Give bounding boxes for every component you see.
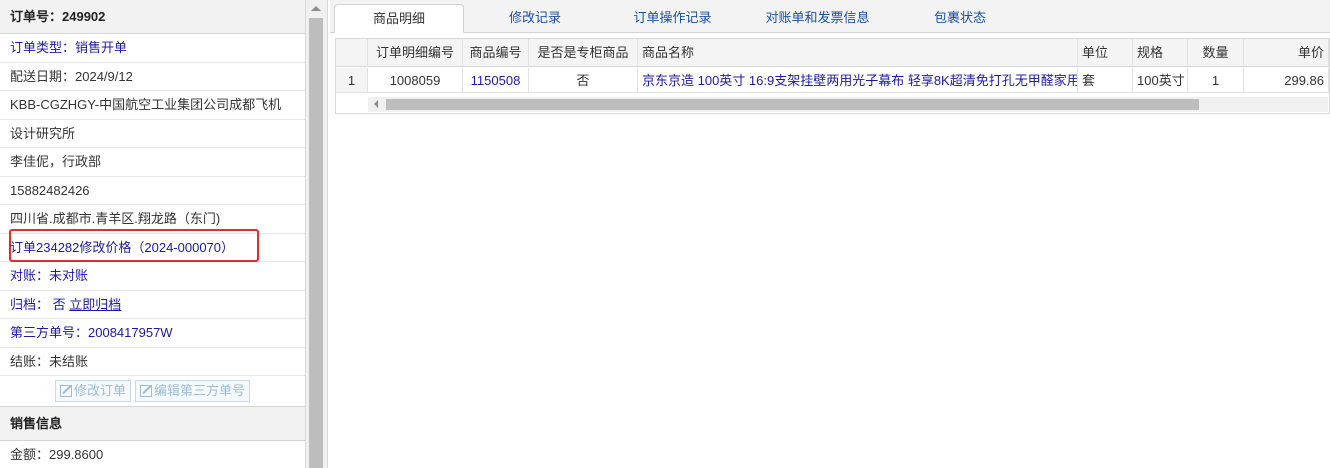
table-cell-unit-price[interactable]: 299.86 — [1244, 68, 1329, 93]
table-header-cell[interactable]: 是否是专柜商品 — [529, 39, 638, 67]
tab-statement-invoice[interactable]: 对账单和发票信息 — [745, 4, 890, 33]
tab-order-operation-log[interactable]: 订单操作记录 — [610, 4, 735, 33]
archive-status: 归档： 否 立即归档 — [0, 291, 305, 319]
scrollbar-thumb[interactable] — [309, 18, 323, 468]
detail-panel: 商品明细 修改记录 订单操作记录 对账单和发票信息 包裹状态 订单明细编号 商品… — [330, 0, 1330, 468]
table-header-cell[interactable]: 数量 — [1188, 39, 1244, 67]
table-horizontal-scrollbar[interactable] — [368, 97, 1328, 112]
edit-order-label: 修改订单 — [73, 383, 126, 398]
archive-label: 归档： — [10, 296, 50, 312]
archive-now-link[interactable]: 立即归档 — [69, 297, 121, 312]
edit-order-button[interactable]: 修改订单 — [54, 380, 131, 402]
delivery-address: 四川省.成都市.青羊区.翔龙路（东门) — [0, 205, 305, 234]
table-cell-is-counter[interactable]: 否 — [529, 68, 638, 93]
horizontal-scrollbar-thumb[interactable] — [386, 99, 1199, 110]
edit-third-party-label: 编辑第三方单号 — [154, 383, 246, 398]
order-info-panel: 订单号：249902 订单类型：销售开单 配送日期：2024/9/12 KBB-… — [0, 0, 306, 468]
contact-person: 李佳伲，行政部 — [0, 148, 305, 177]
archive-value: 否 — [52, 296, 66, 312]
table-cell-detail-id[interactable]: 1008059 — [368, 68, 463, 93]
table-header-cell[interactable]: 单价 — [1244, 39, 1329, 67]
edit-icon — [59, 385, 72, 397]
customer-name-line2: 设计研究所 — [0, 120, 305, 148]
contact-phone: 15882482426 — [0, 177, 305, 205]
sales-amount: 金额：299.8600 — [0, 441, 305, 468]
scroll-left-arrow-icon[interactable] — [374, 100, 378, 108]
third-party-order-number[interactable]: 第三方单号：2008417957W — [0, 319, 305, 348]
table-header-cell[interactable]: 规格 — [1133, 39, 1188, 67]
table-header-cell[interactable]: 订单明细编号 — [368, 39, 463, 67]
order-number-title: 订单号：249902 — [0, 0, 305, 34]
table-cell-spec[interactable]: 100英寸 — [1133, 68, 1188, 93]
scroll-up-arrow-icon[interactable] — [311, 6, 321, 11]
reconciliation-status[interactable]: 对账：未对账 — [0, 262, 305, 291]
table-header-cell[interactable]: 商品名称 — [638, 39, 1078, 67]
order-type[interactable]: 订单类型：销售开单 — [0, 34, 305, 63]
edit-icon — [140, 385, 152, 397]
product-detail-table: 订单明细编号 商品编号 是否是专柜商品 商品名称 单位 规格 数量 单价 1 1… — [335, 38, 1330, 114]
row-number-header — [336, 39, 368, 67]
order-action-buttons: 修改订单 编辑第三方单号 — [0, 376, 305, 407]
tab-modification-log[interactable]: 修改记录 — [480, 4, 590, 33]
table-header-cell[interactable]: 单位 — [1078, 39, 1133, 67]
left-panel-scrollbar[interactable] — [306, 0, 328, 468]
detail-tabs: 商品明细 修改记录 订单操作记录 对账单和发票信息 包裹状态 — [330, 0, 1330, 33]
customer-name-line1: KBB-CGZHGY-中国航空工业集团公司成都飞机 — [0, 91, 305, 120]
tab-product-details[interactable]: 商品明细 — [334, 4, 464, 33]
table-cell-product-name[interactable]: 京东京造 100英寸 16:9支架挂壁两用光子幕布 轻享8K超清免打孔无甲醛家用 — [638, 68, 1078, 93]
table-header-cell[interactable]: 商品编号 — [463, 39, 529, 67]
sales-info-title: 销售信息 — [0, 407, 305, 441]
settlement-status: 结账：未结账 — [0, 348, 305, 376]
row-number: 1 — [336, 68, 368, 93]
modified-order-link[interactable]: 订单234282修改价格（2024-000070） — [0, 234, 305, 262]
table-cell-product-id[interactable]: 1150508 — [463, 68, 529, 93]
table-cell-unit[interactable]: 套 — [1078, 68, 1133, 93]
table-cell-quantity[interactable]: 1 — [1188, 68, 1244, 93]
edit-third-party-button[interactable]: 编辑第三方单号 — [135, 380, 251, 402]
tab-package-status[interactable]: 包裹状态 — [905, 4, 1015, 33]
delivery-date: 配送日期：2024/9/12 — [0, 63, 305, 91]
